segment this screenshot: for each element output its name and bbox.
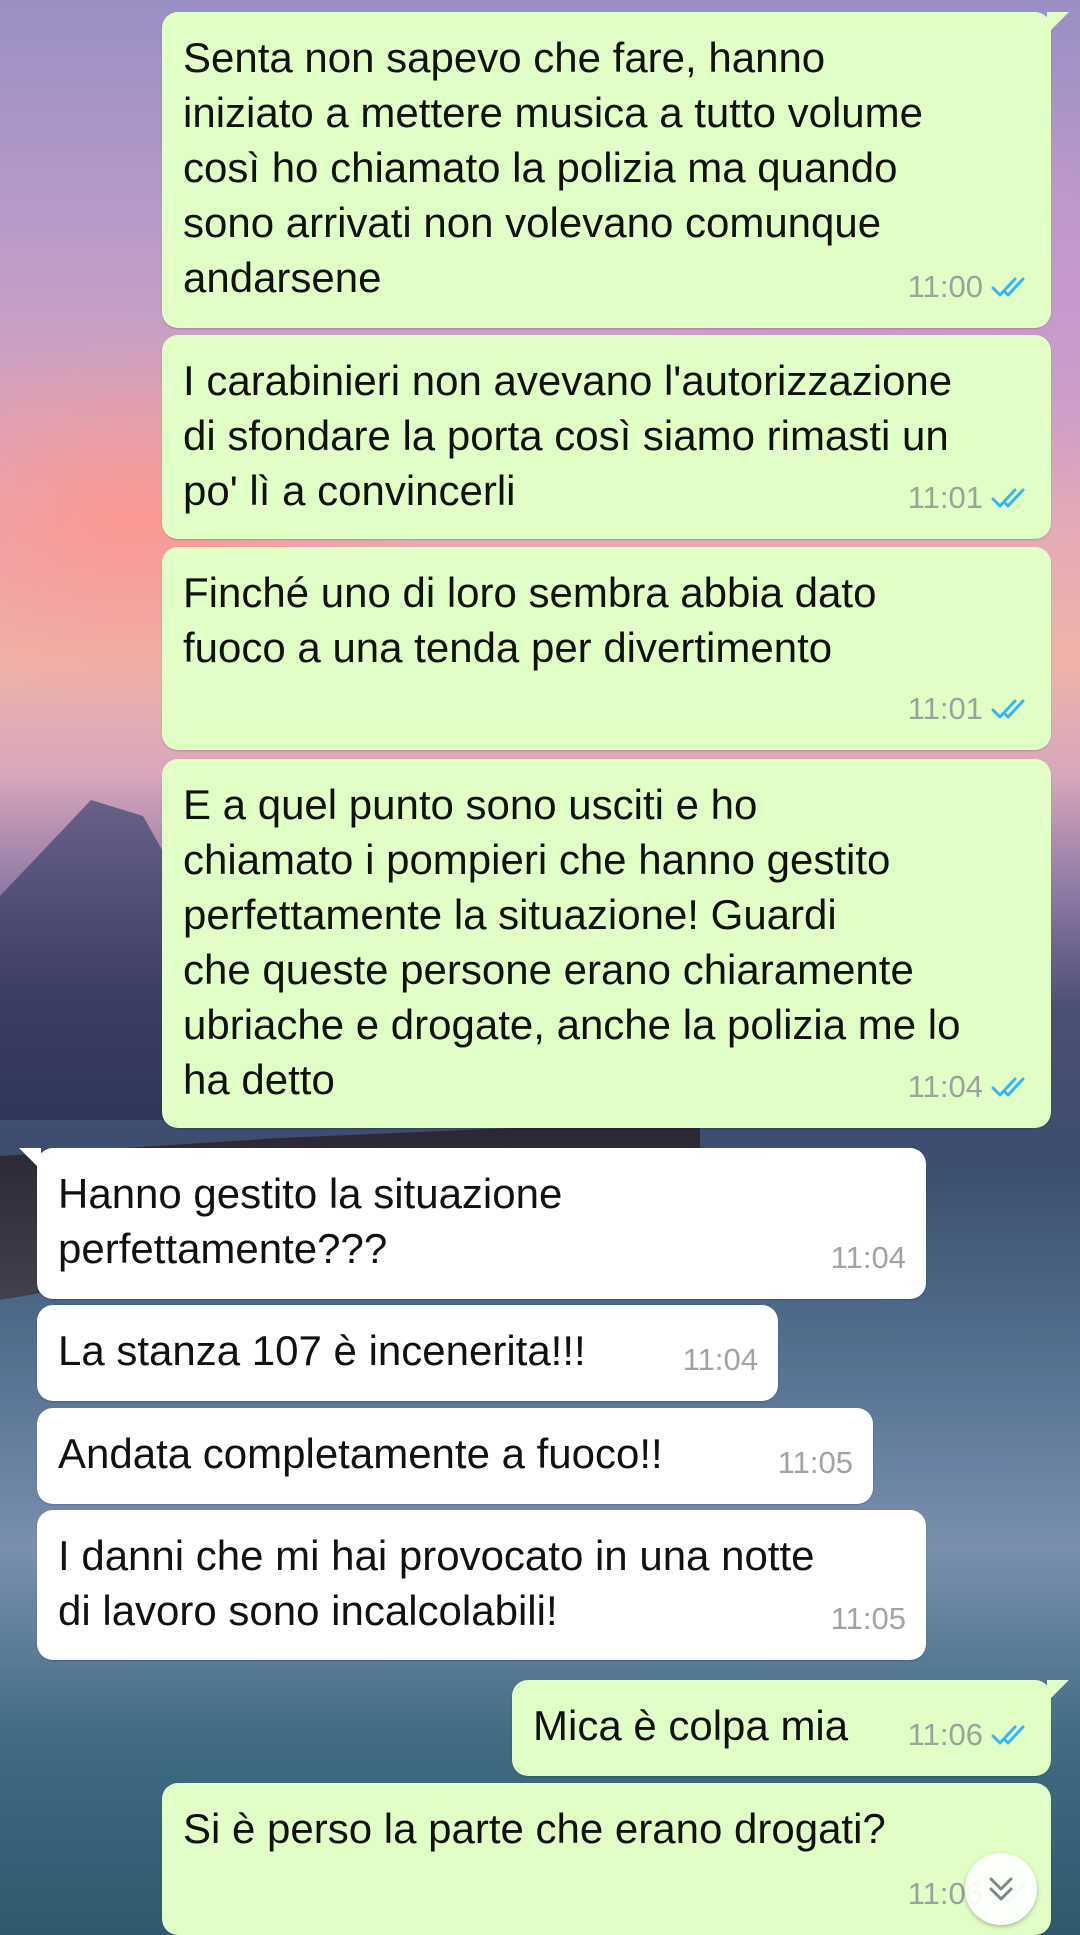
message-text: Finché uno di loro sembra abbia dato fuo… bbox=[183, 569, 877, 671]
message-time: 11:01 bbox=[907, 480, 983, 515]
message-text: Andata completamente a fuoco!! bbox=[58, 1430, 663, 1477]
message-text: Mica è colpa mia bbox=[533, 1702, 849, 1749]
outgoing-message[interactable]: Senta non sapevo che fare, hanno iniziat… bbox=[162, 12, 1069, 328]
message-time: 11:04 bbox=[907, 1069, 983, 1104]
message-time: 11:05 bbox=[830, 1601, 906, 1636]
message-meta: 11:04 bbox=[831, 1230, 906, 1285]
message-text: E a quel punto sono usciti e ho chiamato… bbox=[183, 781, 961, 1103]
outgoing-message[interactable]: E a quel punto sono usciti e ho chiamato… bbox=[162, 759, 1051, 1128]
read-ticks-icon bbox=[991, 699, 1025, 718]
message-meta: 11:00 bbox=[908, 259, 1031, 314]
incoming-message[interactable]: Hanno gestito la situazione perfettament… bbox=[19, 1148, 926, 1299]
scroll-to-bottom-button[interactable] bbox=[965, 1853, 1037, 1925]
incoming-message[interactable]: I danni che mi hai provocato in una nott… bbox=[37, 1510, 926, 1660]
message-text: La stanza 107 è incenerita!!! bbox=[58, 1327, 586, 1374]
message-time: 11:04 bbox=[830, 1240, 906, 1275]
incoming-message[interactable]: Andata completamente a fuoco!! 11:05 bbox=[37, 1408, 873, 1504]
message-time: 11:00 bbox=[907, 269, 983, 304]
outgoing-message[interactable]: I carabinieri non avevano l'autorizzazio… bbox=[162, 335, 1051, 539]
read-ticks-icon bbox=[991, 488, 1025, 507]
outgoing-message[interactable]: Si è perso la parte che erano drogati? 1… bbox=[162, 1783, 1051, 1935]
message-meta: 11:01 bbox=[908, 681, 1031, 736]
message-meta: 11:05 bbox=[831, 1591, 906, 1646]
read-ticks-icon bbox=[991, 1725, 1025, 1744]
message-time: 11:04 bbox=[682, 1342, 758, 1377]
message-meta: 11:05 bbox=[778, 1435, 853, 1490]
message-text: Si è perso la parte che erano drogati? bbox=[183, 1805, 886, 1852]
message-text: I danni che mi hai provocato in una nott… bbox=[58, 1532, 815, 1634]
message-meta: 11:06 bbox=[908, 1707, 1031, 1762]
double-chevron-down-icon bbox=[989, 1877, 1013, 1901]
incoming-message[interactable]: La stanza 107 è incenerita!!! 11:04 bbox=[37, 1305, 778, 1401]
message-time: 11:05 bbox=[777, 1445, 853, 1480]
read-ticks-icon bbox=[991, 1077, 1025, 1096]
outgoing-message[interactable]: Mica è colpa mia 11:06 bbox=[512, 1680, 1069, 1776]
message-meta: 11:04 bbox=[908, 1059, 1031, 1114]
message-time: 11:01 bbox=[907, 691, 983, 726]
message-text: Senta non sapevo che fare, hanno iniziat… bbox=[183, 34, 924, 301]
message-meta: 11:04 bbox=[683, 1332, 758, 1387]
message-text: Hanno gestito la situazione perfettament… bbox=[58, 1170, 563, 1272]
message-time: 11:06 bbox=[907, 1717, 983, 1752]
message-text: I carabinieri non avevano l'autorizzazio… bbox=[183, 357, 953, 514]
message-meta: 11:01 bbox=[908, 470, 1031, 525]
read-ticks-icon bbox=[991, 277, 1025, 296]
outgoing-message[interactable]: Finché uno di loro sembra abbia dato fuo… bbox=[162, 547, 1051, 750]
